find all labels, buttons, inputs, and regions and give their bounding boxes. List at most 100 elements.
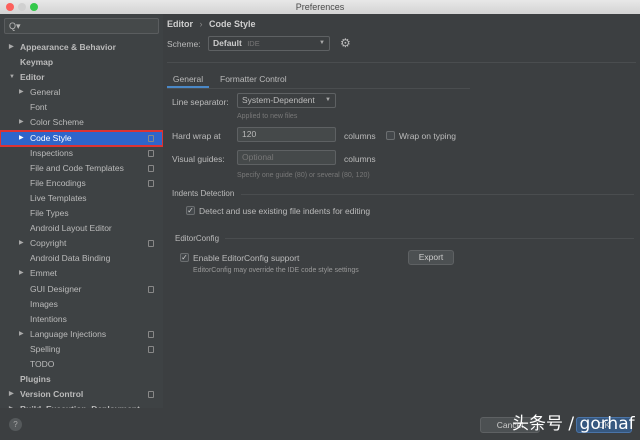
sidebar-item-live-templates[interactable]: Live Templates xyxy=(0,191,163,206)
minimize-button[interactable] xyxy=(18,3,26,11)
sidebar-item-label: File Types xyxy=(30,208,69,219)
sidebar-item-label: Build, Execution, Deployment xyxy=(20,402,140,408)
sidebar-item-file-types[interactable]: File Types xyxy=(0,206,163,221)
chevron-down-icon: ▼ xyxy=(319,40,325,46)
chevron-right-icon[interactable]: ▶ xyxy=(19,85,24,100)
chevron-right-icon[interactable]: ▶ xyxy=(9,387,14,402)
sidebar-item-label: Font xyxy=(30,102,48,113)
divider xyxy=(167,62,636,63)
hard-wrap-input[interactable]: 120 xyxy=(237,127,336,142)
sidebar-item-copyright[interactable]: ▶ Copyright xyxy=(0,236,163,251)
sidebar-item-intentions[interactable]: Intentions xyxy=(0,312,163,327)
hard-wrap-label: Hard wrap at xyxy=(172,131,221,141)
sidebar-item-label: Live Templates xyxy=(30,192,87,203)
sidebar-item-version-control[interactable]: ▶ Version Control xyxy=(0,387,163,402)
chevron-right-icon[interactable]: ▶ xyxy=(19,236,24,251)
wrap-on-typing-label[interactable]: Wrap on typing xyxy=(399,131,456,141)
editorconfig-title: EditorConfig xyxy=(175,234,220,243)
sidebar-item-emmet[interactable]: ▶ Emmet xyxy=(0,266,163,281)
sidebar-item-build-execution-deployment[interactable]: ▶ Build, Execution, Deployment xyxy=(0,402,163,408)
editorconfig-hint: EditorConfig may override the IDE code s… xyxy=(193,267,359,274)
sidebar-item-label: Keymap xyxy=(20,57,54,68)
visual-guides-input[interactable]: Optional xyxy=(237,150,336,165)
enable-editorconfig-checkbox[interactable]: ✓ xyxy=(180,253,189,262)
wrap-on-typing-checkbox[interactable] xyxy=(386,131,395,140)
indents-detection-title: Indents Detection xyxy=(172,189,235,198)
gear-icon[interactable]: ⚙ xyxy=(340,36,351,50)
enable-editorconfig-label[interactable]: Enable EditorConfig support xyxy=(193,253,299,263)
sidebar-item-android-layout-editor[interactable]: Android Layout Editor xyxy=(0,221,163,236)
export-button[interactable]: Export xyxy=(408,250,454,265)
visual-guides-columns-label: columns xyxy=(344,154,376,164)
project-scope-icon xyxy=(148,240,154,248)
sidebar-item-spelling[interactable]: Spelling xyxy=(0,342,163,357)
detect-indents-label[interactable]: Detect and use existing file indents for… xyxy=(199,206,370,216)
scheme-value: Default xyxy=(213,38,242,48)
sidebar-item-label: Android Data Binding xyxy=(30,253,111,264)
project-scope-icon xyxy=(148,134,154,142)
sidebar-item-inspections[interactable]: Inspections xyxy=(0,146,163,161)
sidebar-item-code-style[interactable]: ▶ Code Style xyxy=(0,129,163,147)
line-separator-hint: Applied to new files xyxy=(237,113,298,120)
sidebar-item-keymap[interactable]: Keymap xyxy=(0,55,163,70)
tab-general[interactable]: General xyxy=(167,72,209,88)
scheme-tag: IDE xyxy=(247,39,260,48)
sidebar-item-label: Language Injections xyxy=(30,328,107,339)
project-scope-icon xyxy=(148,330,154,338)
sidebar-item-label: General xyxy=(30,87,61,98)
chevron-right-icon[interactable]: ▶ xyxy=(9,40,14,55)
sidebar-item-file-and-code-templates[interactable]: File and Code Templates xyxy=(0,161,163,176)
sidebar-item-label: Spelling xyxy=(30,343,61,354)
sidebar-item-label: Version Control xyxy=(20,389,84,400)
sidebar-item-appearance-behavior[interactable]: ▶ Appearance & Behavior xyxy=(0,40,163,55)
chevron-right-icon[interactable]: ▶ xyxy=(19,327,24,342)
line-separator-select[interactable]: System-Dependent ▼ xyxy=(237,93,336,108)
sidebar-item-label: GUI Designer xyxy=(30,283,82,294)
sidebar-item-general[interactable]: ▶ General xyxy=(0,85,163,100)
chevron-down-icon[interactable]: ▼ xyxy=(9,70,15,85)
settings-tree: ▶ Appearance & Behavior Keymap ▼ Editor ▶ Gene… xyxy=(0,40,163,408)
chevron-right-icon[interactable]: ▶ xyxy=(19,115,24,130)
sidebar-item-label: File Encodings xyxy=(30,177,86,188)
scheme-select[interactable]: Default IDE ▼ xyxy=(208,36,330,51)
breadcrumb-separator: › xyxy=(199,19,203,29)
sidebar-item-editor[interactable]: ▼ Editor xyxy=(0,70,163,85)
tab-formatter-control[interactable]: Formatter Control xyxy=(220,72,287,88)
code-style-panel: Editor › Code Style Scheme: Default IDE … xyxy=(163,14,640,408)
breadcrumb: Editor › Code Style xyxy=(167,19,256,29)
chevron-right-icon[interactable]: ▶ xyxy=(9,402,14,408)
detect-indents-checkbox[interactable]: ✓ xyxy=(186,206,195,215)
divider xyxy=(225,238,634,239)
settings-sidebar: Q▾ ▶ Appearance & Behavior Keymap ▼ Editor ▶ G… xyxy=(0,14,163,408)
sidebar-item-language-injections[interactable]: ▶ Language Injections xyxy=(0,327,163,342)
sidebar-item-label: Code Style xyxy=(30,132,72,143)
scheme-label: Scheme: xyxy=(167,39,201,49)
sidebar-item-gui-designer[interactable]: GUI Designer xyxy=(0,282,163,297)
help-button[interactable]: ? xyxy=(9,418,22,431)
close-button[interactable] xyxy=(6,3,14,11)
project-scope-icon xyxy=(148,345,154,353)
sidebar-item-label: Android Layout Editor xyxy=(30,223,112,234)
sidebar-item-font[interactable]: Font xyxy=(0,100,163,115)
breadcrumb-editor[interactable]: Editor xyxy=(167,19,193,29)
sidebar-item-file-encodings[interactable]: File Encodings xyxy=(0,176,163,191)
project-scope-icon xyxy=(148,149,154,157)
search-input[interactable]: Q▾ xyxy=(4,18,159,34)
sidebar-item-label: Inspections xyxy=(30,147,73,158)
sidebar-item-android-data-binding[interactable]: Android Data Binding xyxy=(0,251,163,266)
hard-wrap-columns-label: columns xyxy=(344,131,376,141)
window-title: Preferences xyxy=(295,2,345,12)
sidebar-item-plugins[interactable]: Plugins xyxy=(0,372,163,387)
zoom-button[interactable] xyxy=(30,3,38,11)
line-separator-label: Line separator: xyxy=(172,97,229,107)
chevron-right-icon[interactable]: ▶ xyxy=(19,266,24,281)
chevron-right-icon[interactable]: ▶ xyxy=(19,131,24,146)
project-scope-icon xyxy=(148,179,154,187)
sidebar-item-label: File and Code Templates xyxy=(30,162,124,173)
sidebar-item-images[interactable]: Images xyxy=(0,297,163,312)
sidebar-item-todo[interactable]: TODO xyxy=(0,357,163,372)
sidebar-item-label: Editor xyxy=(20,72,45,83)
sidebar-item-color-scheme[interactable]: ▶ Color Scheme xyxy=(0,115,163,130)
window-controls xyxy=(6,3,38,11)
line-separator-value: System-Dependent xyxy=(242,95,315,105)
